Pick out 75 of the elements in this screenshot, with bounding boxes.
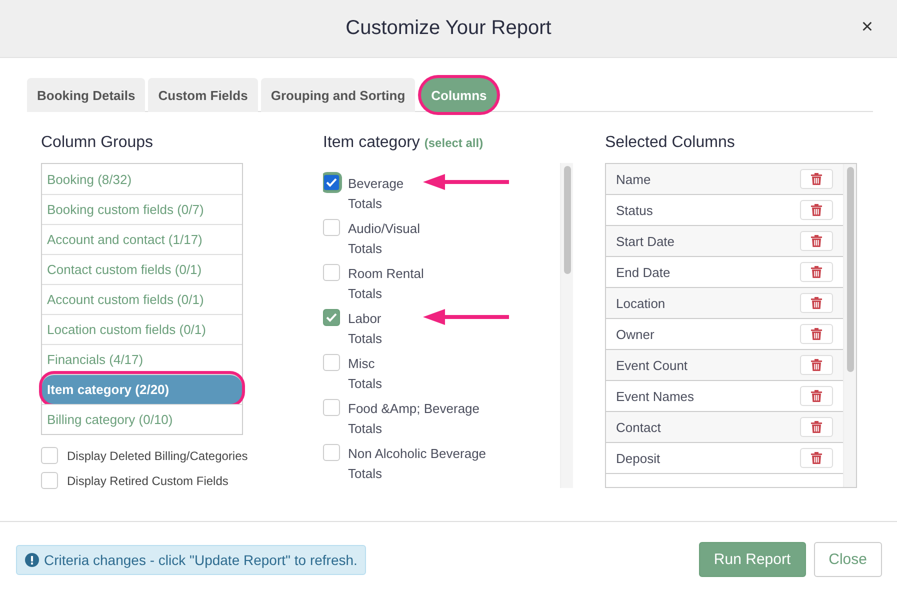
delete-button[interactable] xyxy=(800,169,833,189)
delete-button[interactable] xyxy=(800,386,833,406)
section-title: Column Groups xyxy=(41,134,154,153)
delete-button[interactable] xyxy=(800,448,833,468)
checkmark-icon xyxy=(326,178,337,187)
tab[interactable]: Custom Fields xyxy=(148,78,258,112)
section-title: Item category xyxy=(323,134,420,151)
trash-icon xyxy=(811,452,822,464)
delete-button[interactable] xyxy=(800,262,833,282)
close-button[interactable]: × xyxy=(857,16,877,39)
checkbox[interactable] xyxy=(323,444,340,461)
category-sublabel: Totals xyxy=(348,285,383,303)
info-icon xyxy=(25,552,39,566)
column-name: Start Date xyxy=(616,234,675,248)
trash-icon xyxy=(811,328,822,340)
checkbox[interactable] xyxy=(41,472,58,489)
column-name: Location xyxy=(616,296,666,310)
column-name: Event Count xyxy=(616,358,688,372)
dialog-title: Customize Your Report xyxy=(346,17,552,40)
category-sublabel: Totals xyxy=(348,420,383,438)
delete-button[interactable] xyxy=(800,293,833,313)
category-sublabel: Totals xyxy=(348,465,383,483)
checkbox-label: Display Deleted Billing/Categories xyxy=(67,448,248,462)
column-name: Owner xyxy=(616,326,654,342)
tab[interactable]: Grouping and Sorting xyxy=(260,78,416,112)
delete-button[interactable] xyxy=(800,355,833,375)
checkmark-icon xyxy=(326,313,337,322)
trash-icon xyxy=(811,297,822,309)
column-group-item[interactable]: Financials (4/17) xyxy=(42,344,242,374)
scrollbar-thumb[interactable] xyxy=(564,166,570,274)
trash-icon xyxy=(811,266,822,278)
trash-icon xyxy=(811,359,822,371)
column-name: Contact xyxy=(616,420,661,434)
checkbox[interactable] xyxy=(323,264,340,281)
scrollbar-thumb[interactable] xyxy=(846,167,854,372)
delete-button[interactable] xyxy=(800,417,833,437)
checkbox[interactable] xyxy=(323,354,340,371)
close-button[interactable]: Close xyxy=(814,542,882,577)
checkbox[interactable] xyxy=(323,174,340,191)
checkbox[interactable] xyxy=(323,399,340,416)
checkbox-label: Display Retired Custom Fields xyxy=(67,474,228,488)
category-label: Misc xyxy=(348,355,376,373)
section-title: Selected Columns xyxy=(605,134,736,153)
notice-text: Criteria changes - click "Update Report" to refresh. xyxy=(44,552,358,568)
trash-icon xyxy=(811,390,822,402)
tab[interactable]: Columns xyxy=(421,78,497,112)
delete-button[interactable] xyxy=(800,231,833,251)
run-report-button[interactable]: Run Report xyxy=(698,542,806,577)
select-all-link[interactable]: (select all) xyxy=(424,136,484,150)
category-label: Labor xyxy=(348,310,382,328)
checkbox[interactable] xyxy=(323,219,340,236)
column-name: End Date xyxy=(616,264,670,280)
tab[interactable]: Booking Details xyxy=(27,78,146,112)
delete-button[interactable] xyxy=(800,200,833,220)
category-label: Beverage xyxy=(348,175,404,193)
delete-button[interactable] xyxy=(800,324,833,344)
category-label: Room Rental xyxy=(348,265,424,283)
category-sublabel: Totals xyxy=(348,375,382,393)
category-sublabel: Totals xyxy=(348,330,382,348)
checkbox[interactable] xyxy=(41,447,58,464)
checkbox[interactable] xyxy=(323,309,340,326)
column-name: Deposit xyxy=(616,450,660,466)
trash-icon xyxy=(811,421,822,433)
column-name: Status xyxy=(616,202,653,218)
column-name: Event Names xyxy=(616,388,694,404)
trash-icon xyxy=(811,173,822,185)
category-sublabel: Totals xyxy=(348,195,383,213)
category-label: Food &Amp; Beverage xyxy=(348,400,480,418)
trash-icon xyxy=(811,204,822,216)
category-label: Non Alcoholic Beverage xyxy=(348,445,486,463)
column-name: Name xyxy=(616,172,651,186)
trash-icon xyxy=(811,235,822,247)
category-label: Audio/Visual xyxy=(348,220,420,238)
column-group-item[interactable]: Item category (2/20) xyxy=(42,374,242,404)
category-sublabel: Totals xyxy=(348,240,383,258)
